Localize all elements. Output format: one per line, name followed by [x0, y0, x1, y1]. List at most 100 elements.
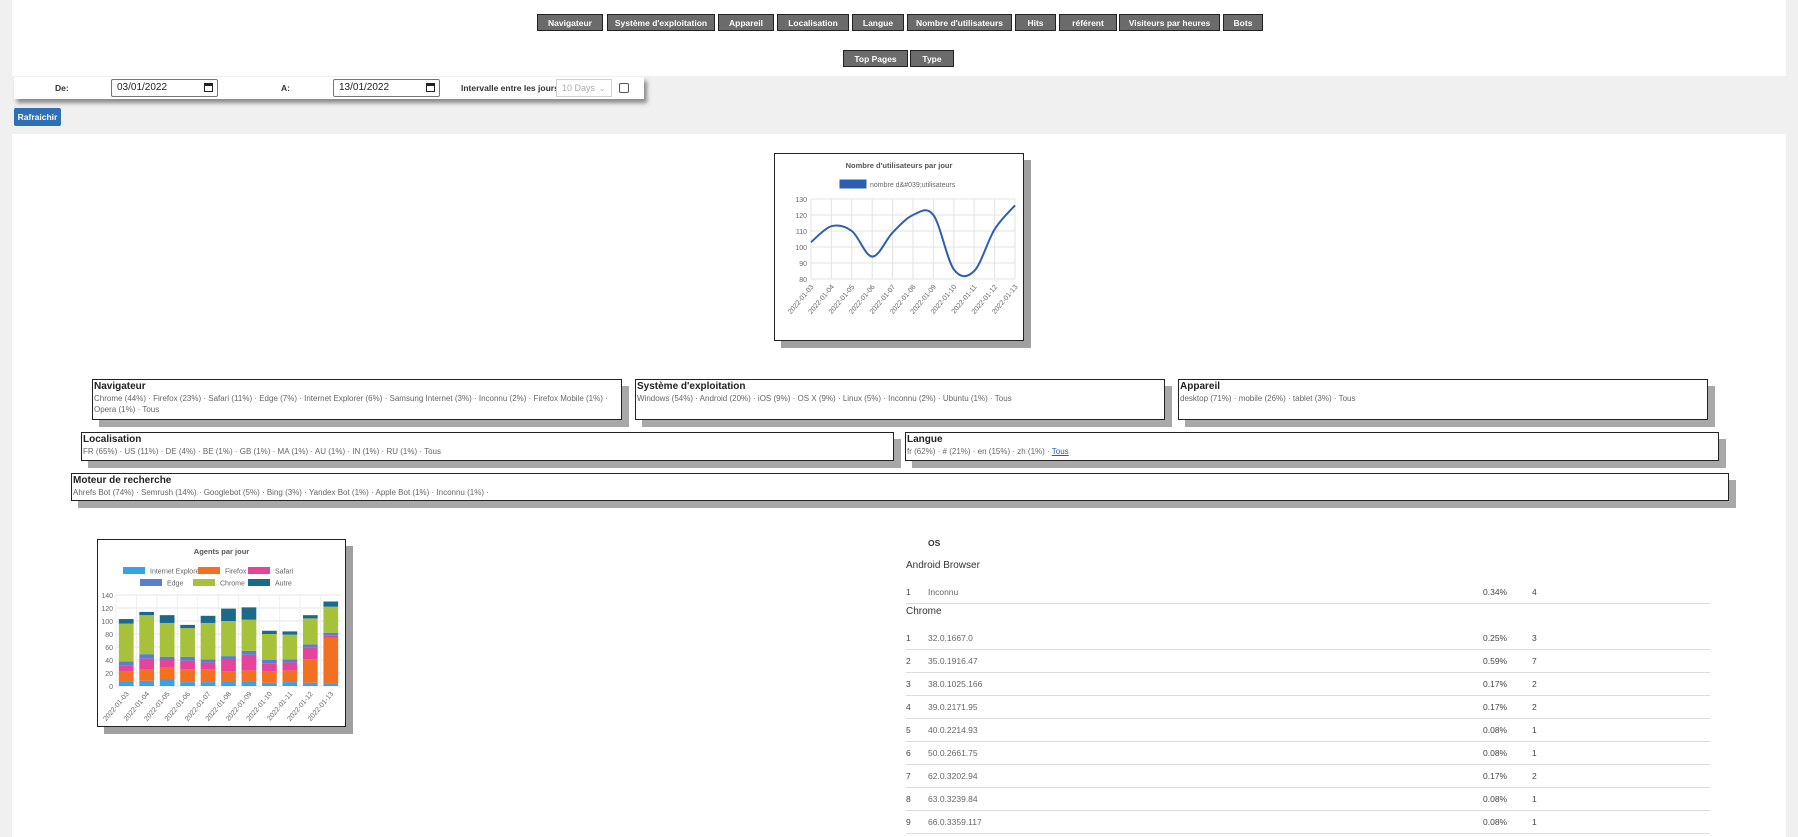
- row-count: 4: [1532, 587, 1537, 597]
- os-table-header: OS: [928, 538, 941, 548]
- row-version: 62.0.3202.94: [928, 771, 978, 781]
- panel-links[interactable]: desktop (71%) · mobile (26%) · tablet (3…: [1180, 393, 1706, 404]
- bar-segment: [302, 644, 318, 648]
- to-date-value: 13/01/2022: [339, 82, 390, 93]
- bar-segment: [262, 671, 277, 683]
- panel-navigateur: Navigateur Chrome (44%) · Firefox (23%) …: [92, 379, 622, 420]
- nav-button-navigateur[interactable]: Navigateur: [537, 14, 603, 31]
- row-version: 32.0.1667.0: [928, 633, 973, 643]
- row-percent: 0.17%: [1483, 702, 1508, 712]
- y-tick-label: 60: [105, 645, 113, 652]
- panel-links[interactable]: FR (65%) · US (11%) · DE (4%) · BE (1%) …: [83, 446, 892, 457]
- refresh-button[interactable]: Rafraichir: [14, 108, 61, 126]
- bar-segment: [159, 622, 175, 657]
- row-number: 9: [906, 817, 911, 827]
- row-percent: 0.25%: [1483, 633, 1508, 643]
- os-group-header: Android Browser: [906, 560, 980, 571]
- nav-button-systeme[interactable]: Système d'exploitation: [607, 14, 715, 31]
- row-count: 2: [1532, 679, 1537, 689]
- panel-links[interactable]: Chrome (44%) · Firefox (23%) · Safari (1…: [94, 393, 620, 415]
- os-table-row: 8 63.0.3239.84 0.08% 1: [906, 787, 1710, 811]
- row-version: 40.0.2214.93: [928, 725, 978, 735]
- bar-segment: [241, 619, 257, 651]
- row-percent: 0.08%: [1483, 725, 1508, 735]
- row-number: 4: [906, 702, 911, 712]
- to-label: A:: [281, 83, 290, 93]
- bar-segment: [323, 601, 339, 607]
- os-table-row: 9 66.0.3359.117 0.08% 1: [906, 810, 1710, 834]
- row-number: 6: [906, 748, 911, 758]
- bar-segment: [159, 656, 175, 660]
- nav-button-top-pages[interactable]: Top Pages: [843, 50, 908, 67]
- calendar-icon[interactable]: [204, 83, 213, 92]
- bar-segment: [180, 682, 195, 686]
- legend-label: Autre: [275, 581, 292, 588]
- row-count: 2: [1532, 702, 1537, 712]
- y-tick-label: 90: [799, 261, 807, 268]
- panel-systeme: Système d'exploitation Windows (54%) · A…: [635, 379, 1165, 420]
- bar-segment: [200, 622, 216, 660]
- panel-links[interactable]: Ahrefs Bot (74%) · Semrush (14%) · Googl…: [73, 487, 1727, 498]
- bar-segment: [262, 663, 277, 672]
- row-number: 5: [906, 725, 911, 735]
- panel-moteur-recherche: Moteur de recherche Ahrefs Bot (74%) · S…: [71, 473, 1729, 501]
- from-date-input[interactable]: 03/01/2022: [111, 79, 218, 97]
- legend-swatch: [839, 179, 867, 189]
- nav-button-appareil[interactable]: Appareil: [718, 14, 774, 31]
- row-number: 1: [906, 633, 911, 643]
- panel-links-text[interactable]: fr (62%) · # (21%) · en (15%) · zh (1%) …: [907, 447, 1052, 456]
- row-version: 50.0.2661.75: [928, 748, 978, 758]
- to-date-input[interactable]: 13/01/2022: [333, 79, 440, 97]
- legend-swatch: [248, 567, 270, 574]
- legend-swatch: [193, 579, 215, 586]
- row-number: 7: [906, 771, 911, 781]
- agents-per-day-chart: Agents par jour Internet Explorer Firefox…: [97, 539, 346, 727]
- nav-button-visiteurs-heures[interactable]: Visiteurs par heures: [1119, 14, 1220, 31]
- date-filter-bar: De: 03/01/2022 A: 13/01/2022 Intervalle …: [14, 77, 644, 99]
- legend-label: Internet Explorer: [150, 569, 202, 576]
- nav-button-localisation[interactable]: Localisation: [777, 14, 849, 31]
- nav-button-bots[interactable]: Bots: [1223, 14, 1263, 31]
- bar-segment: [221, 608, 236, 621]
- bar-segment: [282, 634, 298, 660]
- y-tick-label: 40: [105, 658, 113, 665]
- panel-title: Moteur de recherche: [73, 475, 172, 486]
- y-tick-label: 20: [105, 671, 113, 678]
- calendar-icon[interactable]: [426, 83, 435, 92]
- y-tick-label: 0: [109, 684, 113, 691]
- nav-button-nombre-utilisateurs[interactable]: Nombre d'utilisateurs: [907, 14, 1012, 31]
- bar-segment: [262, 660, 277, 664]
- panel-links[interactable]: Windows (54%) · Android (20%) · iOS (9%)…: [637, 393, 1163, 404]
- y-tick-label: 100: [101, 619, 113, 626]
- interval-select[interactable]: 10 Days ⌄: [556, 79, 612, 97]
- interval-checkbox[interactable]: [619, 83, 629, 93]
- from-label: De:: [55, 83, 69, 93]
- bar-segment: [302, 618, 318, 645]
- panel-links[interactable]: fr (62%) · # (21%) · en (15%) · zh (1%) …: [907, 446, 1717, 457]
- bar-segment: [180, 669, 195, 683]
- nav-button-referent[interactable]: référent: [1059, 14, 1117, 31]
- legend-label: nombre d&#039;utilisateurs: [870, 182, 956, 189]
- os-table-row: 1 32.0.1667.0 0.25% 3: [906, 626, 1710, 650]
- bar-segment: [323, 637, 339, 684]
- row-count: 1: [1532, 817, 1537, 827]
- row-count: 3: [1532, 633, 1537, 643]
- os-group-header: Chrome: [906, 606, 942, 617]
- bar-segment: [139, 654, 155, 659]
- y-tick-label: 130: [795, 197, 807, 204]
- os-table-row: 5 40.0.2214.93 0.08% 1: [906, 718, 1710, 742]
- legend-swatch: [248, 579, 270, 586]
- row-percent: 0.17%: [1483, 771, 1508, 781]
- tous-link[interactable]: Tous: [1052, 447, 1069, 456]
- bar-segment: [241, 650, 257, 655]
- os-table-row: 6 50.0.2661.75 0.08% 1: [906, 741, 1710, 765]
- nav-button-hits[interactable]: Hits: [1015, 14, 1056, 31]
- y-tick-label: 80: [799, 277, 807, 284]
- from-date-value: 03/01/2022: [117, 82, 168, 93]
- nav-button-langue[interactable]: Langue: [852, 14, 904, 31]
- bar-segment: [159, 660, 175, 668]
- bar-segment: [139, 658, 155, 670]
- bar-segment: [139, 669, 155, 681]
- nav-button-type[interactable]: Type: [910, 50, 954, 67]
- row-percent: 0.08%: [1483, 817, 1508, 827]
